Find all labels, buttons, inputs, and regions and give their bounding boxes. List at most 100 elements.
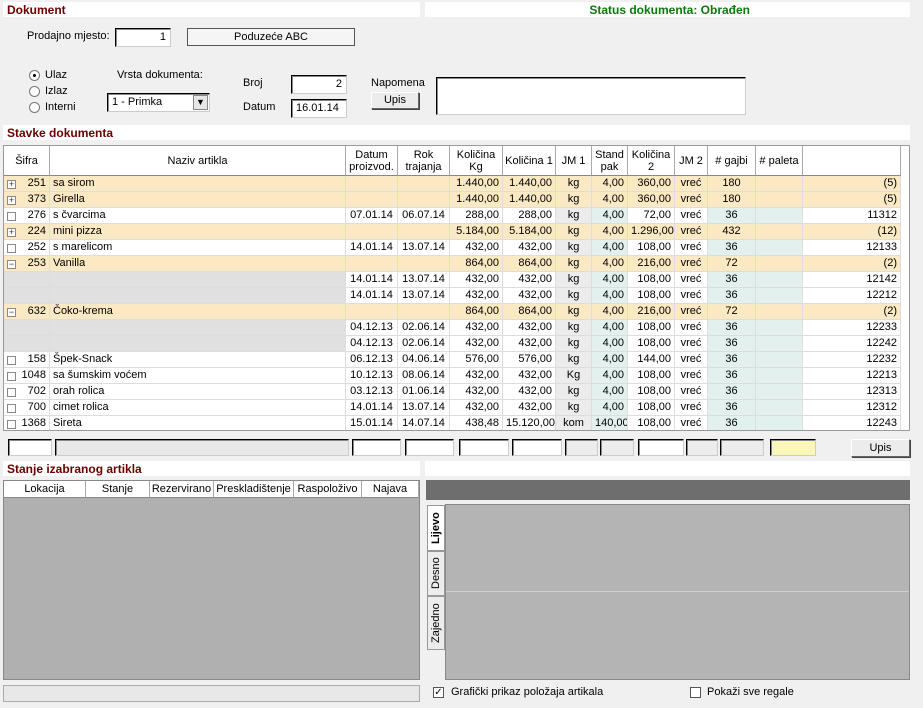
chevron-down-icon[interactable]: ▼ [193, 95, 208, 110]
vrsta-select-value: 1 - Primka [112, 96, 163, 108]
stock-col-header[interactable]: Najava [362, 481, 419, 498]
stock-col-header[interactable]: Preskladištenje [214, 481, 294, 498]
cell-k1: 5.184,00 [503, 224, 556, 240]
cell-sifra-text: 251 [27, 177, 46, 189]
col-header-sp[interactable]: Stand pak [592, 146, 628, 176]
datum-input[interactable]: 16.01.14 [291, 99, 347, 118]
expand-icon[interactable]: + [7, 228, 16, 237]
cell-jm1: kg [556, 208, 592, 224]
row-checkbox[interactable] [7, 244, 16, 253]
col-header-jm1[interactable]: JM 1 [556, 146, 592, 176]
sub-row[interactable]: 14.01.14 13.07.14 432,00 432,00 kg 4,00 108,00… [4, 288, 909, 304]
cell-naziv [50, 272, 346, 288]
entry-field[interactable] [55, 439, 349, 456]
cell-gaj: 432 [708, 224, 756, 240]
col-header-kg[interactable]: Količina Kg [450, 146, 503, 176]
group-row[interactable]: +224 mini pizza 5.184,00 5.184,00 kg 4,00 1.29… [4, 224, 909, 240]
entry-field[interactable] [405, 439, 454, 456]
stock-col-header[interactable]: Lokacija [4, 481, 86, 498]
table-row[interactable]: 158 Špek-Snack 06.12.13 04.06.14 576,00 576,0… [4, 352, 909, 368]
col-header-naziv[interactable]: Naziv artikla [50, 146, 346, 176]
entry-field[interactable] [770, 439, 816, 456]
group-row[interactable]: −253 Vanilla 864,00 864,00 kg 4,00 216,00 vreć 7… [4, 256, 909, 272]
cell-dat: 14.01.14 [346, 400, 398, 416]
sub-row[interactable]: 04.12.13 02.06.14 432,00 432,00 kg 4,00 108,00… [4, 320, 909, 336]
entry-upis-button[interactable]: Upis [851, 439, 910, 457]
cell-k1: 864,00 [503, 304, 556, 320]
cell-sifra: 1368 [4, 416, 50, 430]
group-row[interactable]: +373 Girella 1.440,00 1.440,00 kg 4,00 360,00 v… [4, 192, 909, 208]
sub-row[interactable]: 14.01.14 13.07.14 432,00 432,00 kg 4,00 108,00… [4, 272, 909, 288]
cell-sifra-text: 373 [27, 193, 46, 205]
col-header-pal[interactable]: # paleta [756, 146, 803, 176]
cell-jm2: vreć [675, 208, 708, 224]
cell-naziv: Špek-Snack [50, 352, 346, 368]
table-row[interactable]: 252 s marelicom 14.01.14 13.07.14 432,00 432,… [4, 240, 909, 256]
stock-grid-header: Lokacija Stanje Rezervirano Preskladištenje… [4, 481, 419, 498]
prodajno-mjesto-input[interactable]: 1 [115, 28, 171, 47]
entry-field[interactable] [565, 439, 598, 456]
tab-desno[interactable]: Desno [427, 551, 445, 596]
entry-field[interactable] [512, 439, 562, 456]
collapse-icon[interactable]: − [7, 260, 16, 269]
cell-last: 12313 [803, 384, 901, 400]
tab-lijevo[interactable]: Lijevo [427, 505, 445, 551]
napomena-input[interactable] [436, 77, 746, 115]
radio-interni[interactable] [29, 102, 40, 113]
col-header-rok[interactable]: Rok trajanja [398, 146, 450, 176]
collapse-icon[interactable]: − [7, 308, 16, 317]
entry-field[interactable] [720, 439, 764, 456]
entry-field[interactable] [459, 439, 509, 456]
col-header-dat[interactable]: Datum proizvod. [346, 146, 398, 176]
broj-input[interactable]: 2 [291, 75, 347, 94]
stock-col-header[interactable]: Stanje [86, 481, 150, 498]
items-section-title: Stavke dokumenta [3, 125, 910, 140]
entry-field[interactable] [600, 439, 634, 456]
row-checkbox[interactable] [7, 372, 16, 381]
entry-field[interactable] [8, 439, 52, 456]
cell-pal [756, 416, 803, 430]
cell-last: 12142 [803, 272, 901, 288]
col-header-last[interactable] [803, 146, 901, 176]
stock-col-header[interactable]: Rezervirano [150, 481, 214, 498]
entry-field[interactable] [352, 439, 401, 456]
col-header-gaj[interactable]: # gajbi [708, 146, 756, 176]
row-checkbox[interactable] [7, 212, 16, 221]
group-row[interactable]: +251 sa sirom 1.440,00 1.440,00 kg 4,00 360,00… [4, 176, 909, 192]
entry-field[interactable] [638, 439, 684, 456]
table-row[interactable]: 702 orah rolica 03.12.13 01.06.14 432,00 432,… [4, 384, 909, 400]
table-row[interactable]: 276 s čvarcima 07.01.14 06.07.14 288,00 288,0… [4, 208, 909, 224]
table-row[interactable]: 1048 sa šumskim voćem 10.12.13 08.06.14 432,… [4, 368, 909, 384]
col-header-k1[interactable]: Količina 1 [503, 146, 556, 176]
col-header-sifra[interactable]: Šifra [4, 146, 50, 176]
row-checkbox[interactable] [7, 404, 16, 413]
row-checkbox[interactable] [7, 420, 16, 429]
cell-sifra [4, 320, 50, 336]
radio-ulaz[interactable] [29, 70, 40, 81]
expand-icon[interactable]: + [7, 180, 16, 189]
cell-k1: 432,00 [503, 336, 556, 352]
vrsta-select[interactable]: 1 - Primka ▼ [107, 93, 210, 112]
entry-field[interactable] [686, 439, 718, 456]
expand-icon[interactable]: + [7, 196, 16, 205]
stock-col-header[interactable]: Raspoloživo [294, 481, 362, 498]
row-checkbox[interactable] [7, 356, 16, 365]
col-header-k2[interactable]: Količina 2 [628, 146, 675, 176]
show-all-checkbox[interactable] [690, 687, 701, 698]
stock-grid[interactable]: Lokacija Stanje Rezervirano Preskladištenje… [3, 480, 420, 680]
company-button[interactable]: Poduzeće ABC [187, 28, 355, 46]
sub-row[interactable]: 04.12.13 02.06.14 432,00 432,00 kg 4,00 108,00… [4, 336, 909, 352]
cell-rok: 13.07.14 [398, 240, 450, 256]
items-grid[interactable]: Šifra Naziv artikla Datum proizvod. Rok tra… [3, 145, 910, 431]
radio-izlaz[interactable] [29, 86, 40, 97]
table-row[interactable]: 700 cimet rolica 14.01.14 13.07.14 432,00 432… [4, 400, 909, 416]
tab-zajedno[interactable]: Zajedno [427, 596, 445, 650]
cell-sifra-text: 276 [27, 209, 46, 221]
group-row[interactable]: −632 Čoko-krema 864,00 864,00 kg 4,00 216,00 vr… [4, 304, 909, 320]
table-row[interactable]: 1368 Sireta 15.01.14 14.07.14 438,48 15.120,0… [4, 416, 909, 430]
napomena-upis-button[interactable]: Upis [371, 92, 419, 109]
graphic-checkbox[interactable]: ✓ [433, 687, 444, 698]
col-header-jm2[interactable]: JM 2 [675, 146, 708, 176]
cell-jm2: vreć [675, 272, 708, 288]
row-checkbox[interactable] [7, 388, 16, 397]
